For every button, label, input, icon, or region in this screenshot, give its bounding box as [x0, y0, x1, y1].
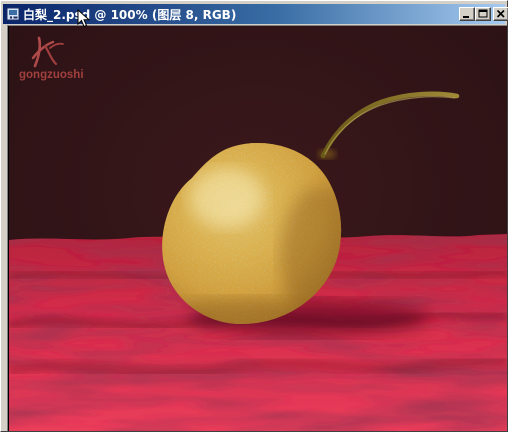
window-title: 白梨_2.psd @ 100% (图层 8, RGB): [23, 7, 237, 22]
minimize-icon: [463, 16, 469, 18]
watermark-text: gongzuoshi: [19, 69, 84, 81]
photoshop-document-icon[interactable]: [6, 7, 20, 21]
close-button[interactable]: [493, 7, 508, 21]
close-icon: [496, 9, 505, 18]
document-window: 白梨_2.psd @ 100% (图层 8, RGB) gongzuoshi: [0, 0, 508, 432]
maximize-button[interactable]: [475, 7, 491, 21]
image-canvas[interactable]: gongzuoshi: [9, 26, 507, 431]
maximize-icon: [478, 9, 488, 18]
arrow-cursor-icon: [77, 9, 91, 28]
minimize-button[interactable]: [459, 7, 475, 21]
